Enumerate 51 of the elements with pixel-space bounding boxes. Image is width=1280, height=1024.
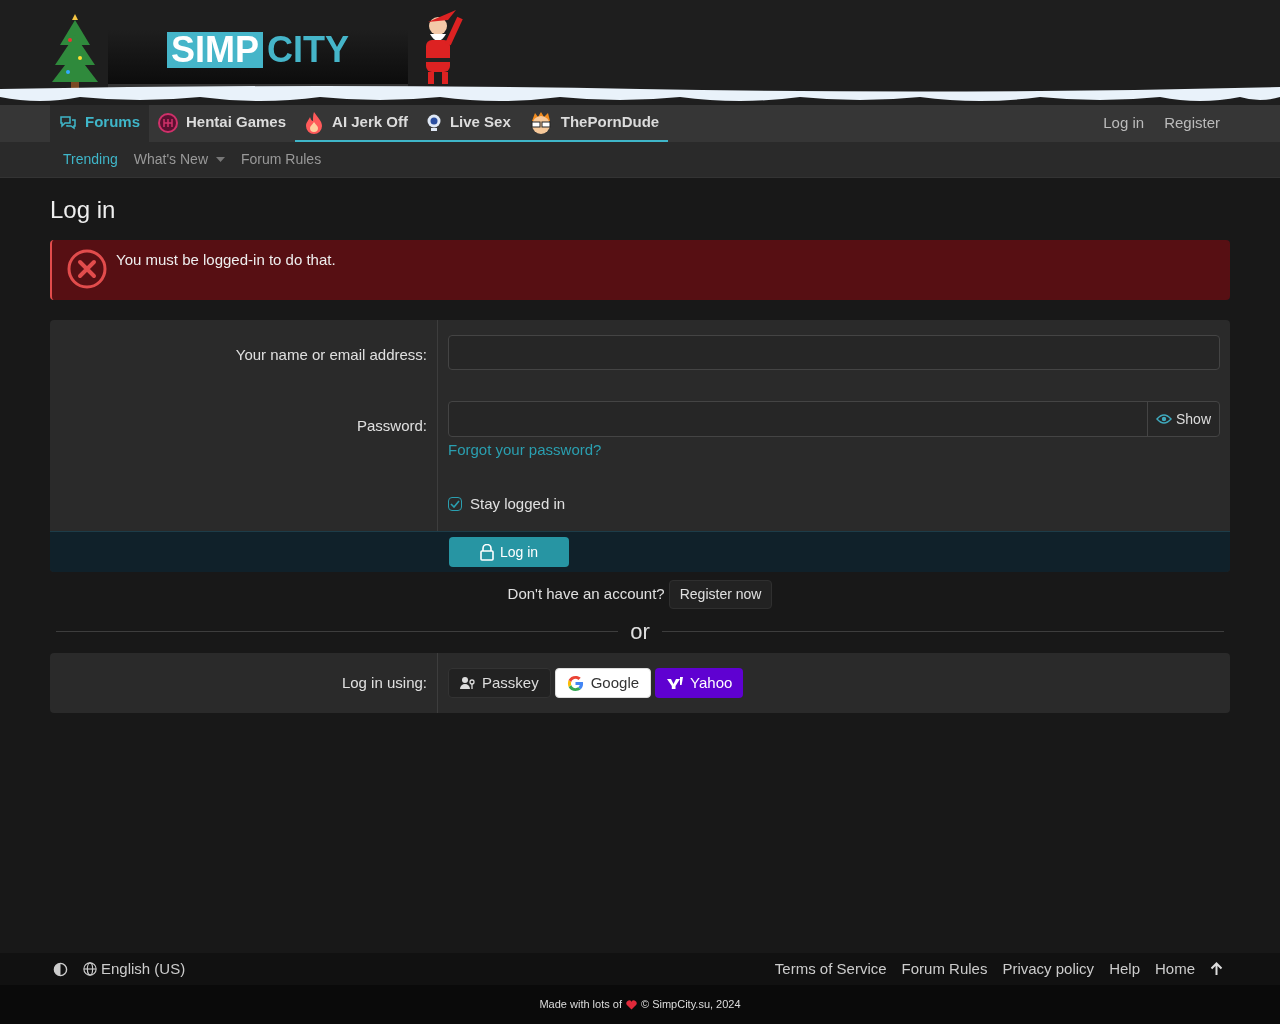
password-input-field[interactable]: Show: [448, 401, 1220, 437]
credit-text: © SimpCity.su, 2024: [640, 997, 741, 1013]
error-icon: [66, 248, 108, 290]
sub-nav-link[interactable]: Forum Rules: [241, 149, 322, 170]
show-password-button[interactable]: Show: [1146, 402, 1219, 436]
google-g-icon: [566, 674, 584, 692]
language-selector[interactable]: English (US): [83, 957, 186, 981]
yahoo-y-icon: [666, 676, 684, 690]
caret-icon: [216, 157, 225, 162]
stay-logged-in-checkbox[interactable]: [448, 496, 462, 511]
google-login-button[interactable]: Google: [554, 668, 652, 698]
webcam-icon: [425, 113, 442, 132]
sub-nav-link[interactable]: Trending: [63, 149, 118, 170]
yahoo-login-button[interactable]: Yahoo: [655, 668, 744, 698]
footer-link[interactable]: Help: [1109, 957, 1140, 981]
passkey-login-button[interactable]: Passkey: [448, 668, 551, 698]
or-divider-text: or: [629, 618, 651, 646]
globe-icon: [83, 962, 97, 976]
passkey-icon: [460, 676, 475, 690]
forgot-password-link[interactable]: Forgot your password?: [448, 439, 602, 462]
name-input-field[interactable]: [448, 335, 1220, 370]
register-prompt: Don't have an account?: [507, 584, 665, 605]
chat-bubbles-icon: [59, 115, 77, 130]
field-label: Log in using:: [341, 672, 427, 693]
cartoon-face-icon: [528, 110, 553, 135]
footer-link[interactable]: Privacy policy: [1002, 957, 1095, 981]
account-link[interactable]: Log in: [1103, 112, 1145, 135]
eye-icon: [1155, 413, 1172, 425]
sub-nav-link[interactable]: What's New: [133, 149, 225, 170]
credit-text: Made with lots of: [539, 997, 622, 1013]
nav-tab[interactable]: Forums: [50, 105, 149, 142]
account-link[interactable]: Register: [1164, 112, 1220, 135]
theme-toggle-icon[interactable]: [53, 961, 68, 977]
scroll-to-top-icon[interactable]: [1210, 962, 1223, 976]
field-label: Password:: [356, 415, 427, 436]
footer-link[interactable]: Terms of Service: [774, 957, 887, 981]
lock-icon: [479, 543, 494, 561]
log-in-button[interactable]: Log in: [449, 537, 569, 567]
logo-text: CITY: [267, 32, 349, 68]
register-now-button[interactable]: Register now: [668, 580, 773, 609]
circle-logo-icon: [158, 112, 178, 133]
footer-link[interactable]: Forum Rules: [901, 957, 988, 981]
nav-tab[interactable]: Hentai Games: [149, 105, 296, 142]
heart-icon: [625, 999, 637, 1010]
checkbox-label: Stay logged in: [470, 493, 566, 514]
logo-text: SIMP: [167, 32, 263, 68]
page-title: Log in: [50, 195, 117, 225]
flame-icon: [304, 110, 325, 135]
footer-link[interactable]: Home: [1155, 957, 1195, 981]
field-label: Your name or email address:: [235, 345, 427, 365]
error-message: You must be logged-in to do that.: [116, 250, 336, 270]
